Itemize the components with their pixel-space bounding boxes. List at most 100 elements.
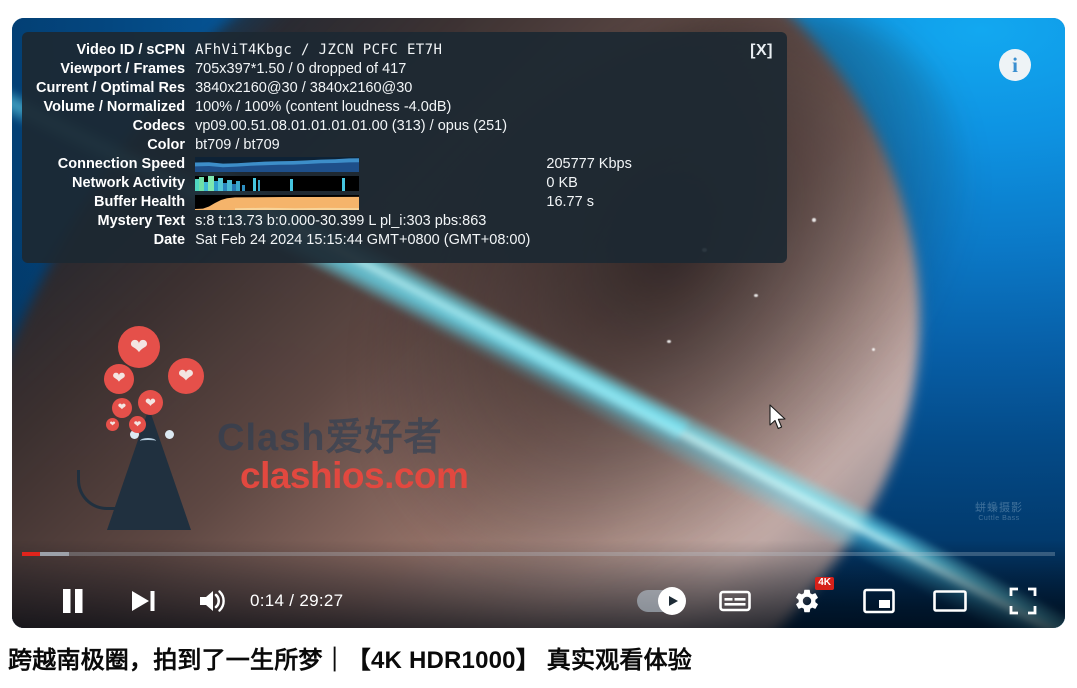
buffer-health-graph <box>195 194 360 210</box>
table-row: Viewport / Frames 705x397*1.50 / 0 dropp… <box>36 61 632 80</box>
stat-label: Date <box>153 232 186 248</box>
water-sparkle <box>667 340 671 343</box>
info-icon-label: i <box>1012 52 1018 77</box>
channel-watermark-logo: ❤ ❤ ❤ ❤ ❤ ❤ ❤ Clash爱好者 clashios.com <box>72 320 469 530</box>
table-row: Volume / Normalized 100% / 100% (content… <box>36 99 632 118</box>
stat-extra <box>530 61 631 80</box>
cat-logo-icon <box>107 408 191 530</box>
water-sparkle <box>754 294 758 297</box>
table-row: Connection Speed 205777 Kbps <box>36 156 632 175</box>
pause-icon <box>63 589 83 613</box>
stat-value: Sat Feb 24 2024 15:15:44 GMT+0800 (GMT+0… <box>195 232 531 248</box>
water-sparkle <box>872 348 875 351</box>
theater-mode-button[interactable] <box>923 576 977 626</box>
subtitles-button[interactable] <box>708 576 762 626</box>
stat-value <box>195 175 530 194</box>
fullscreen-button[interactable] <box>996 576 1050 626</box>
stat-label: Viewport / Frames <box>60 61 186 77</box>
settings-button[interactable]: 4K <box>780 576 834 626</box>
cat-tail-icon <box>77 470 115 510</box>
table-row: Buffer Health 16.77 s <box>36 194 632 213</box>
next-video-button[interactable] <box>116 576 170 626</box>
volume-button[interactable] <box>186 576 240 626</box>
stat-value <box>195 194 530 213</box>
cat-nose-icon <box>140 438 156 444</box>
water-sparkle <box>812 218 816 222</box>
gear-icon <box>796 589 818 613</box>
stats-close-button[interactable]: [X] <box>750 42 773 60</box>
table-row: Mystery Text s:8 t:13.73 b:0.000-30.399 … <box>36 213 632 232</box>
heart-icon: ❤ <box>129 416 146 433</box>
stat-extra: 205777 Kbps <box>546 156 632 172</box>
progress-played <box>22 552 40 556</box>
progress-track <box>22 552 1055 556</box>
stat-label: Codecs <box>132 118 186 134</box>
stat-label: Mystery Text <box>97 213 186 229</box>
stat-value <box>195 156 530 175</box>
connection-speed-graph <box>195 156 360 172</box>
page-title: 跨越南极圈，拍到了一生所梦｜【4K HDR1000】 真实观看体验 <box>8 647 693 674</box>
stat-label: Video ID / sCPN <box>76 42 186 58</box>
autoplay-knob-icon <box>658 587 686 615</box>
table-row: Codecs vp09.00.51.08.01.01.01.01.00 (313… <box>36 118 632 137</box>
stat-label: Color <box>147 137 186 153</box>
stat-value: 3840x2160@30 / 3840x2160@30 <box>195 80 413 96</box>
table-row: Current / Optimal Res 3840x2160@30 / 384… <box>36 80 632 99</box>
pause-button[interactable] <box>46 576 100 626</box>
player-controls-bar: 0:14 / 29:27 4K <box>12 540 1065 628</box>
stat-label: Network Activity <box>71 175 186 191</box>
settings-icon-wrap: 4K <box>793 577 834 615</box>
stat-extra <box>530 118 631 137</box>
stat-value: s:8 t:13.73 b:0.000-30.399 L pl_i:303 pb… <box>195 213 487 229</box>
heart-icon: ❤ <box>138 390 163 415</box>
time-display: 0:14 / 29:27 <box>250 591 344 610</box>
stat-label: Buffer Health <box>94 194 186 210</box>
cat-eye-icon <box>165 430 174 439</box>
page-root: [X] Video ID / sCPN AFhViT4Kbgc / JZCN P… <box>0 0 1077 688</box>
stat-extra <box>530 80 631 99</box>
fullscreen-icon <box>1009 587 1037 615</box>
stat-extra <box>530 99 631 118</box>
stat-extra <box>530 232 631 251</box>
stat-value: vp09.00.51.08.01.01.01.01.00 (313) / opu… <box>195 118 508 134</box>
heart-icon: ❤ <box>112 398 132 418</box>
stat-extra <box>530 213 631 232</box>
stat-value: AFhViT4Kbgc / JZCN PCFC ET7H <box>195 42 443 58</box>
network-activity-graph <box>195 175 360 191</box>
play-triangle-icon <box>669 596 678 606</box>
video-corner-watermark: 蛢蟂摄影 Cuttle Bass <box>975 502 1023 523</box>
heart-icon: ❤ <box>168 358 204 394</box>
quality-badge-4k: 4K <box>815 577 834 590</box>
watermark-brand-url: clashios.com <box>240 455 469 496</box>
subtitles-icon <box>719 590 751 612</box>
controls-row: 0:14 / 29:27 4K <box>12 576 1065 626</box>
table-row: Color bt709 / bt709 <box>36 137 632 156</box>
stats-table: Video ID / sCPN AFhViT4Kbgc / JZCN PCFC … <box>36 42 632 251</box>
stat-extra <box>530 137 631 156</box>
stat-value: 100% / 100% (content loudness -4.0dB) <box>195 99 452 115</box>
info-icon[interactable]: i <box>999 49 1031 81</box>
corner-watermark-line1: 蛢蟂摄影 <box>975 502 1023 515</box>
stat-value: bt709 / bt709 <box>195 137 280 153</box>
stat-label: Current / Optimal Res <box>36 80 186 96</box>
miniplayer-button[interactable] <box>852 576 906 626</box>
progress-bar[interactable] <box>22 552 1055 556</box>
stat-extra: 16.77 s <box>546 194 594 210</box>
stat-label: Connection Speed <box>57 156 186 172</box>
stat-label: Volume / Normalized <box>43 99 186 115</box>
table-row: Video ID / sCPN AFhViT4Kbgc / JZCN PCFC … <box>36 42 632 61</box>
autoplay-toggle[interactable] <box>628 576 692 626</box>
table-row: Date Sat Feb 24 2024 15:15:44 GMT+0800 (… <box>36 232 632 251</box>
heart-icon: ❤ <box>106 418 119 431</box>
next-icon <box>132 591 155 611</box>
heart-icon: ❤ <box>104 364 134 394</box>
autoplay-pill <box>637 587 686 615</box>
volume-icon <box>200 590 225 612</box>
miniplayer-icon <box>863 588 895 614</box>
table-row: Network Activity 0 KB <box>36 175 632 194</box>
video-player[interactable]: [X] Video ID / sCPN AFhViT4Kbgc / JZCN P… <box>12 18 1065 628</box>
stat-extra: 0 KB <box>546 175 578 191</box>
stat-value: 705x397*1.50 / 0 dropped of 417 <box>195 61 407 77</box>
stats-for-nerds-panel: [X] Video ID / sCPN AFhViT4Kbgc / JZCN P… <box>22 32 787 263</box>
watermark-brand-cn: Clash爱好者 <box>217 417 443 459</box>
